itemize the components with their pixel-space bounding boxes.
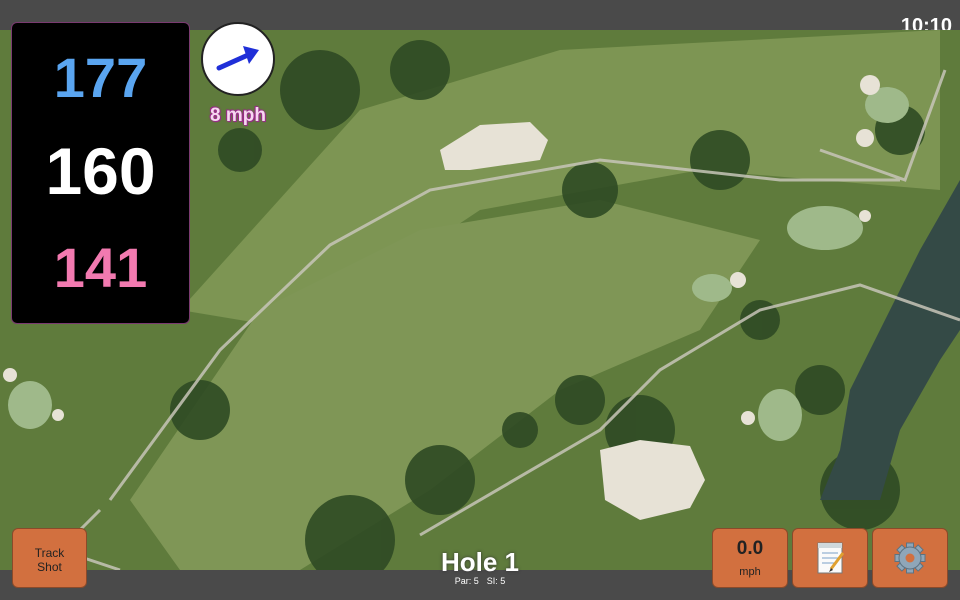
front-yardage: 141 [53,236,148,299]
speed-button[interactable]: 0.0 mph [712,528,788,588]
settings-button[interactable] [872,528,948,588]
wind-arrow-icon [216,46,259,71]
gear-icon [894,542,926,574]
notepad-icon [817,542,845,574]
center-yardage: 160 [45,134,156,208]
notes-button[interactable] [792,528,868,588]
hole-par: Par: 5 [454,576,479,586]
hole-title: Hole 1 [440,547,520,577]
hole-info: Hole 1 Par: 5 SI: 5 [380,548,580,587]
track-shot-line1: Track [34,546,65,560]
speed-unit: mph [739,566,761,578]
wind-speed-label: 8 mph [210,105,266,126]
hole-si: SI: 5 [486,576,506,586]
yardage-panel: 177 160 141 [11,22,190,324]
speed-value: 0.0 [736,538,764,559]
wind-indicator [201,22,275,96]
hole-meta: Par: 5 SI: 5 [380,576,580,587]
track-shot-line2: Shot [37,560,62,574]
back-yardage: 177 [53,46,148,109]
track-shot-button[interactable]: Track Shot [12,528,87,588]
